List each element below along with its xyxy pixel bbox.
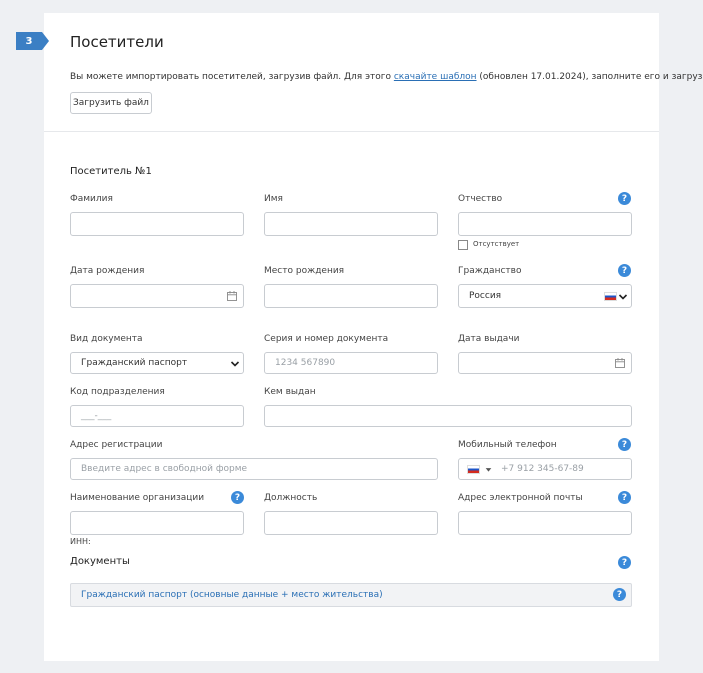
calendar-icon[interactable] bbox=[227, 291, 237, 301]
email-input[interactable] bbox=[458, 511, 632, 535]
documents-help-icon[interactable]: ? bbox=[618, 556, 631, 569]
issued-by-label: Кем выдан bbox=[264, 387, 316, 397]
doc-type-label: Вид документа bbox=[70, 334, 143, 344]
dept-code-input[interactable]: ___-___ bbox=[70, 405, 244, 427]
first-name-label: Имя bbox=[264, 194, 283, 204]
calendar-icon[interactable] bbox=[615, 358, 625, 368]
inn-label: ИНН: bbox=[70, 537, 91, 546]
import-intro: Вы можете импортировать посетителей, заг… bbox=[70, 72, 703, 82]
middle-absent-checkbox[interactable] bbox=[458, 240, 468, 250]
position-label: Должность bbox=[264, 493, 318, 503]
email-help-icon[interactable]: ? bbox=[618, 491, 631, 504]
doc-type-select[interactable]: Гражданский паспорт bbox=[70, 352, 244, 374]
step-number: 3 bbox=[25, 35, 33, 47]
russia-flag-icon[interactable] bbox=[467, 464, 480, 474]
dept-code-placeholder: ___-___ bbox=[81, 411, 112, 421]
citizenship-label: Гражданство bbox=[458, 266, 522, 276]
doc-number-label: Серия и номер документа bbox=[264, 334, 389, 344]
issue-date-input[interactable] bbox=[458, 352, 632, 374]
step-badge: 3 bbox=[16, 32, 49, 50]
middle-name-label: Отчество bbox=[458, 194, 503, 204]
intro-text-after: (обновлен 17.01.2024), заполните его и з… bbox=[476, 72, 703, 82]
dept-code-label: Код подразделения bbox=[70, 387, 165, 397]
first-name-input[interactable] bbox=[264, 212, 438, 236]
middle-name-help-icon[interactable]: ? bbox=[618, 192, 631, 205]
email-label: Адрес электронной почты bbox=[458, 493, 583, 503]
chevron-down-icon[interactable] bbox=[230, 359, 240, 369]
visitor-title: Посетитель №1 bbox=[70, 166, 152, 177]
citizenship-select[interactable]: Россия bbox=[458, 284, 632, 308]
document-help-icon[interactable]: ? bbox=[613, 588, 626, 601]
birth-place-input[interactable] bbox=[264, 284, 438, 308]
russia-flag-icon bbox=[604, 292, 617, 301]
mobile-label: Мобильный телефон bbox=[458, 440, 557, 450]
caret-down-icon[interactable] bbox=[485, 466, 492, 473]
section-divider bbox=[44, 131, 659, 132]
last-name-input[interactable] bbox=[70, 212, 244, 236]
mobile-placeholder: +7 912 345-67-89 bbox=[501, 464, 584, 474]
org-label: Наименование организации bbox=[70, 493, 205, 503]
birth-place-label: Место рождения bbox=[264, 266, 345, 276]
citizenship-help-icon[interactable]: ? bbox=[618, 264, 631, 277]
reg-address-label: Адрес регистрации bbox=[70, 440, 163, 450]
issue-date-label: Дата выдачи bbox=[458, 334, 520, 344]
middle-absent-label: Отсутствует bbox=[473, 240, 520, 248]
last-name-label: Фамилия bbox=[70, 194, 113, 204]
doc-type-value: Гражданский паспорт bbox=[81, 358, 188, 368]
doc-number-input[interactable]: 1234 567890 bbox=[264, 352, 438, 374]
section-title: Посетители bbox=[70, 33, 164, 51]
issued-by-input[interactable] bbox=[264, 405, 632, 427]
reg-address-input[interactable]: Введите адрес в свободной форме bbox=[70, 458, 438, 480]
org-input[interactable] bbox=[70, 511, 244, 535]
mobile-input[interactable]: +7 912 345-67-89 bbox=[458, 458, 632, 480]
documents-title: Документы bbox=[70, 556, 130, 567]
middle-name-input[interactable] bbox=[458, 212, 632, 236]
mobile-help-icon[interactable]: ? bbox=[618, 438, 631, 451]
reg-address-placeholder: Введите адрес в свободной форме bbox=[81, 464, 248, 474]
birth-date-input[interactable] bbox=[70, 284, 244, 308]
document-item-label: Гражданский паспорт (основные данные + м… bbox=[81, 590, 383, 600]
upload-file-button[interactable]: Загрузить файл bbox=[70, 92, 152, 114]
birth-date-label: Дата рождения bbox=[70, 266, 145, 276]
position-input[interactable] bbox=[264, 511, 438, 535]
org-help-icon[interactable]: ? bbox=[231, 491, 244, 504]
download-template-link[interactable]: скачайте шаблон bbox=[394, 72, 477, 82]
intro-text-before: Вы можете импортировать посетителей, заг… bbox=[70, 72, 394, 82]
citizenship-value: Россия bbox=[469, 291, 502, 301]
chevron-down-icon[interactable] bbox=[618, 292, 628, 302]
doc-number-placeholder: 1234 567890 bbox=[275, 358, 336, 368]
document-item-passport[interactable]: Гражданский паспорт (основные данные + м… bbox=[70, 583, 632, 607]
